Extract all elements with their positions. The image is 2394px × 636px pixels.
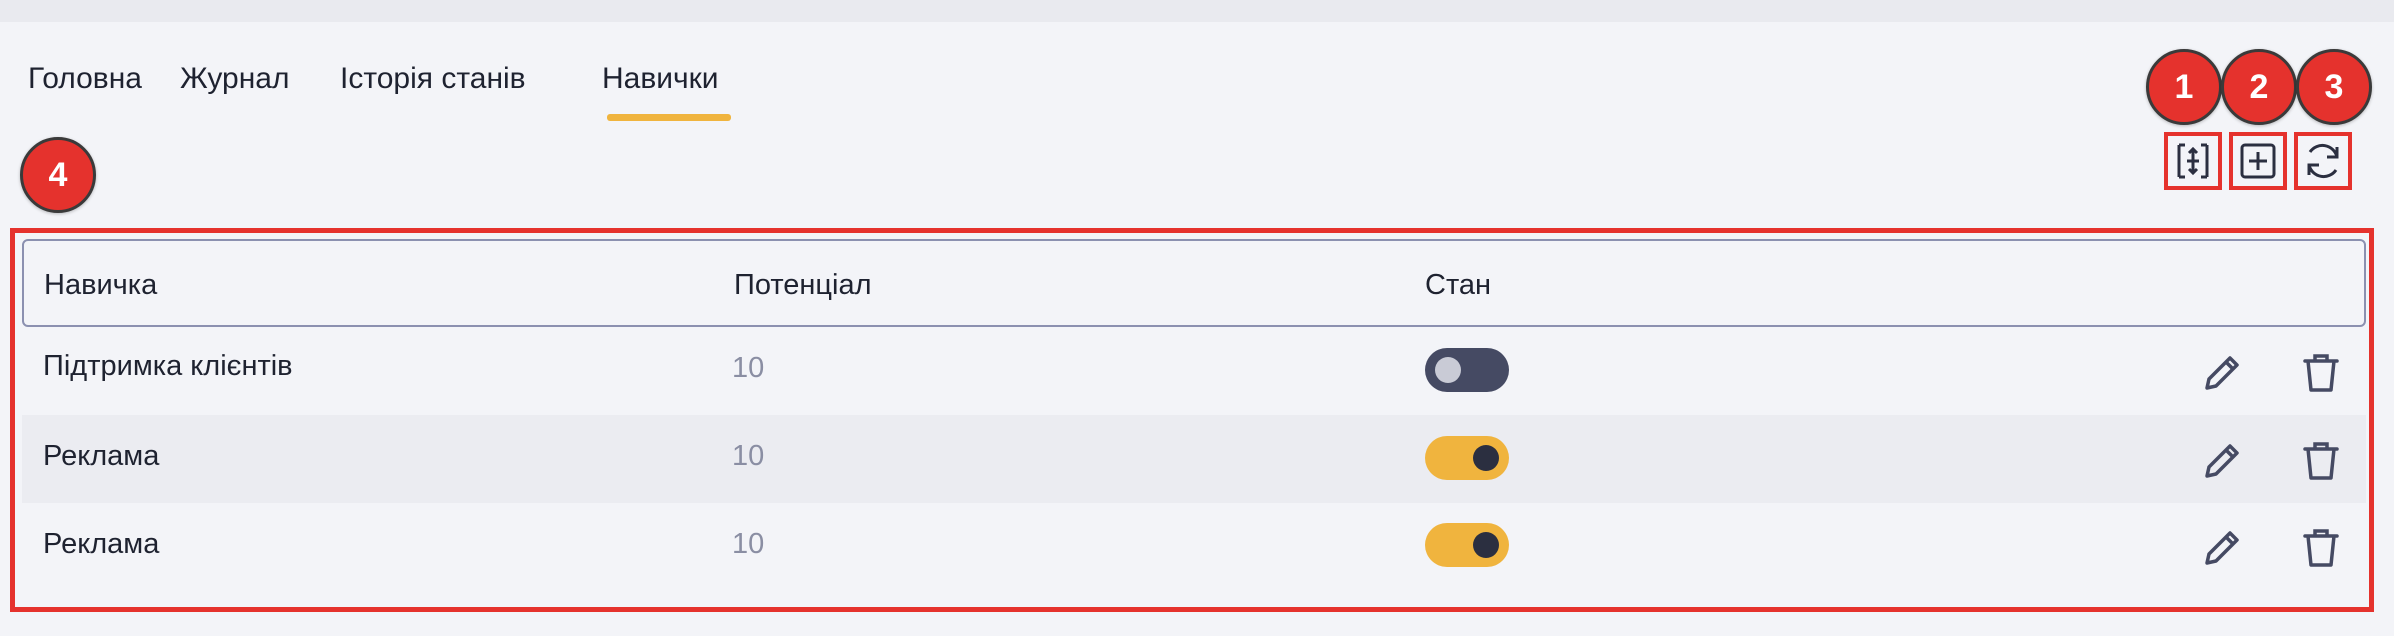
table-header: Навичка Потенціал Стан [22, 239, 2366, 327]
skill-potential: 10 [732, 440, 765, 472]
tab-journal[interactable]: Журнал [180, 62, 289, 96]
state-toggle[interactable] [1425, 523, 1509, 567]
delete-icon[interactable] [2296, 523, 2346, 573]
expand-icon [2177, 143, 2209, 179]
marker-3: 3 [2296, 49, 2372, 125]
skill-name: Реклама [43, 528, 160, 560]
table-row: Реклама 10 [22, 415, 2366, 503]
tab-state-history[interactable]: Історія станів [340, 62, 526, 96]
marker-1: 1 [2146, 49, 2222, 125]
marker-2: 2 [2221, 49, 2297, 125]
tab-bar: Головна Журнал Історія станів Навички [0, 0, 900, 140]
skill-name: Реклама [43, 440, 160, 472]
tab-skills[interactable]: Навички [602, 62, 719, 96]
tab-home[interactable]: Головна [28, 62, 142, 96]
column-header-state[interactable]: Стан [1425, 269, 1491, 302]
skill-potential: 10 [732, 352, 765, 384]
state-toggle[interactable] [1425, 436, 1509, 480]
refresh-button[interactable] [2294, 132, 2352, 190]
table-row: Реклама 10 [22, 503, 2366, 591]
active-tab-indicator [607, 114, 731, 121]
edit-icon[interactable] [2197, 436, 2247, 486]
edit-icon[interactable] [2197, 523, 2247, 573]
skill-name: Підтримка клієнтів [43, 350, 293, 382]
edit-icon[interactable] [2197, 348, 2247, 398]
state-toggle[interactable] [1425, 348, 1509, 392]
delete-icon[interactable] [2296, 436, 2346, 486]
table-row: Підтримка клієнтів 10 [22, 327, 2366, 415]
add-icon [2240, 143, 2276, 179]
skill-potential: 10 [732, 528, 765, 560]
expand-button[interactable] [2164, 132, 2222, 190]
delete-icon[interactable] [2296, 348, 2346, 398]
column-header-potential[interactable]: Потенціал [734, 269, 872, 302]
add-button[interactable] [2229, 132, 2287, 190]
column-header-skill[interactable]: Навичка [44, 269, 157, 302]
refresh-icon [2307, 143, 2339, 179]
marker-4: 4 [20, 137, 96, 213]
